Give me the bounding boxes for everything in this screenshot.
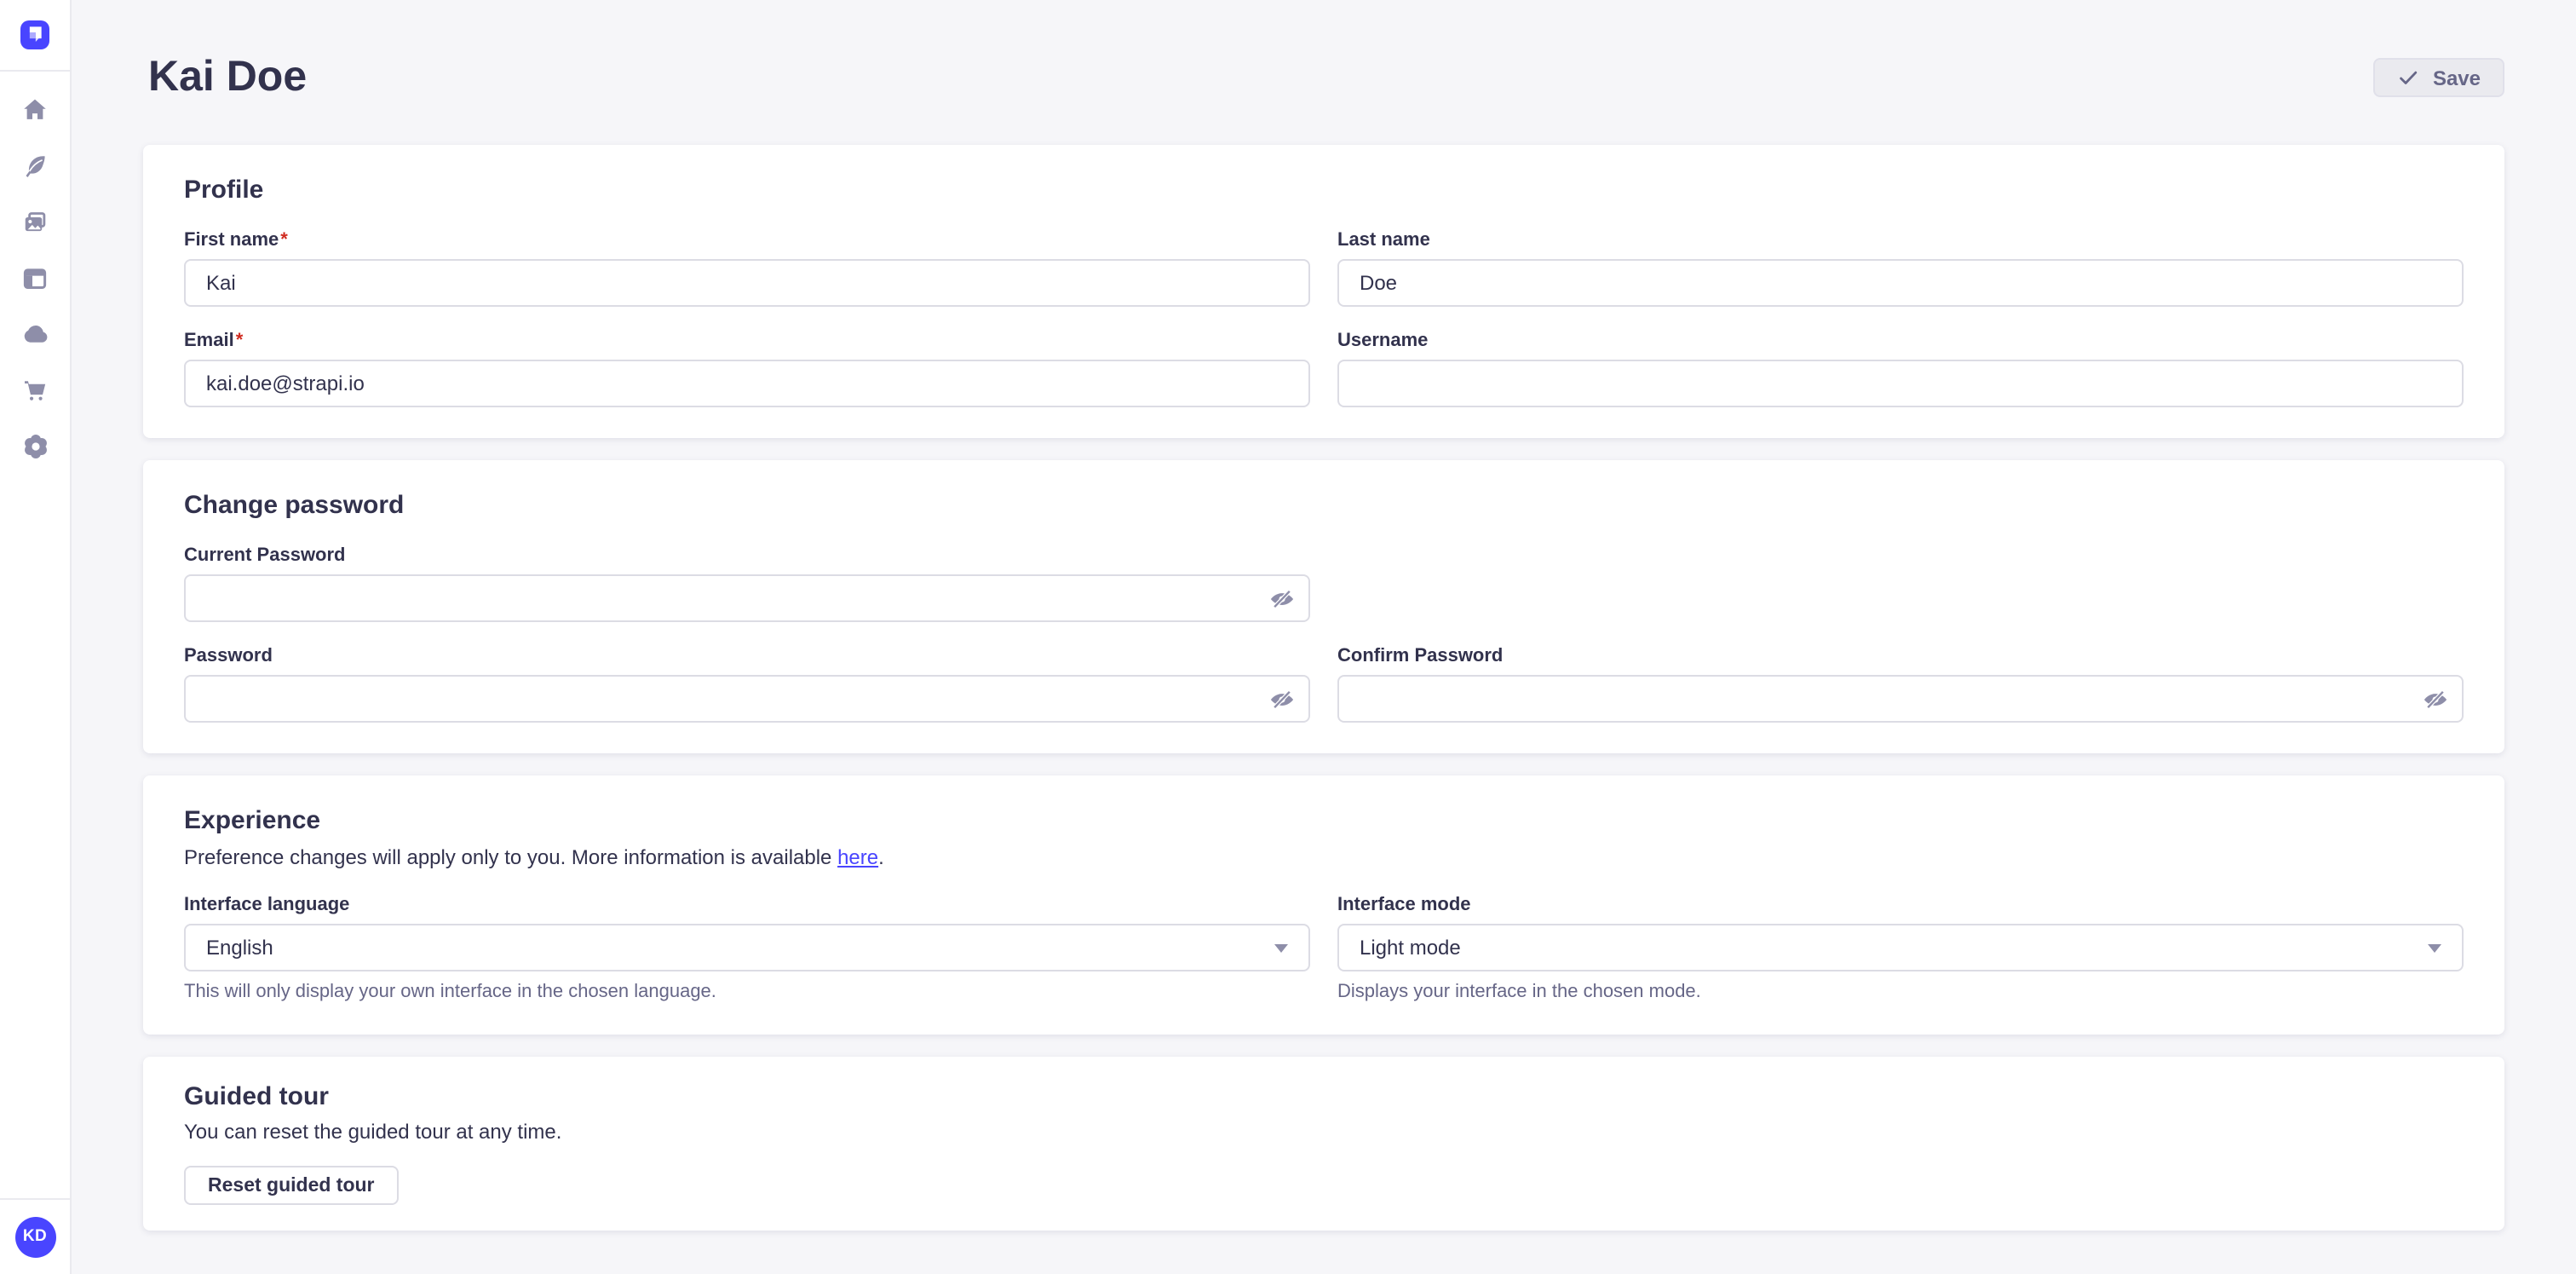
sidebar-item-settings[interactable] <box>13 424 57 469</box>
home-icon <box>22 96 48 122</box>
cart-icon <box>22 378 48 403</box>
interface-mode-label: Interface mode <box>1337 893 2464 917</box>
avatar-initials: KD <box>23 1227 47 1246</box>
main-content: Kai Doe Save Profile First name* <box>72 0 2576 1274</box>
field-username: Username <box>1337 329 2464 407</box>
first-name-input[interactable] <box>184 259 1310 307</box>
field-confirm-password: Confirm Password <box>1337 644 2464 723</box>
field-first-name: First name* <box>184 228 1310 307</box>
last-name-label: Last name <box>1337 228 2464 252</box>
current-password-label: Current Password <box>184 544 1310 568</box>
profile-card: Profile First name* Last name <box>143 145 2504 438</box>
page-title: Kai Doe <box>148 55 307 101</box>
password-label: Password <box>184 644 1310 668</box>
interface-language-label: Interface language <box>184 893 1310 917</box>
page-header: Kai Doe Save <box>143 55 2504 101</box>
interface-language-hint: This will only display your own interfac… <box>184 982 1310 1004</box>
sidebar-item-deploy[interactable] <box>13 312 57 356</box>
field-email: Email* <box>184 329 1310 407</box>
email-input[interactable] <box>184 360 1310 407</box>
first-name-label: First name* <box>184 228 1310 252</box>
interface-language-select[interactable]: English <box>184 924 1310 971</box>
cloud-icon <box>21 320 49 348</box>
save-button[interactable]: Save <box>2373 58 2504 97</box>
experience-card: Experience Preference changes will apply… <box>143 775 2504 1035</box>
feather-icon <box>22 153 48 178</box>
guided-tour-card: Guided tour You can reset the guided tou… <box>143 1057 2504 1231</box>
field-interface-language: Interface language English This will onl… <box>184 893 1310 1004</box>
experience-description: Preference changes will apply only to yo… <box>184 845 2464 871</box>
gear-icon <box>21 433 49 460</box>
password-grid: Current Password <box>184 544 2464 723</box>
password-grid-spacer <box>1337 544 2464 622</box>
username-input[interactable] <box>1337 360 2464 407</box>
interface-mode-hint: Displays your interface in the chosen mo… <box>1337 982 2464 1004</box>
password-input[interactable] <box>184 675 1310 723</box>
content: Profile First name* Last name <box>143 145 2504 1231</box>
strapi-logo-icon <box>20 18 49 52</box>
logo-area <box>0 0 70 72</box>
change-password-card: Change password Current Password <box>143 460 2504 753</box>
chevron-down-icon <box>1274 944 1288 953</box>
field-current-password: Current Password <box>184 544 1310 622</box>
guided-tour-description: You can reset the guided tour at any tim… <box>184 1120 561 1145</box>
username-label: Username <box>1337 329 2464 353</box>
reset-guided-tour-button[interactable]: Reset guided tour <box>184 1166 399 1205</box>
sidebar-item-content-manager[interactable] <box>13 143 57 187</box>
workspace-button[interactable] <box>20 20 49 49</box>
save-button-label: Save <box>2433 66 2481 89</box>
images-icon <box>22 209 48 234</box>
current-password-input[interactable] <box>184 574 1310 622</box>
sidebar-item-marketplace[interactable] <box>13 368 57 412</box>
chevron-down-icon <box>2428 944 2441 953</box>
sidebar-footer: KD <box>0 1197 70 1274</box>
eye-striked-icon <box>1268 585 1294 611</box>
eye-striked-icon <box>2422 686 2447 712</box>
confirm-password-label: Confirm Password <box>1337 644 2464 668</box>
interface-language-value: English <box>206 936 273 960</box>
sidebar-item-content-type-builder[interactable] <box>13 256 57 300</box>
toggle-current-password-visibility-button[interactable] <box>1262 579 1300 617</box>
profile-section-title: Profile <box>184 176 2464 206</box>
interface-mode-value: Light mode <box>1360 936 1461 960</box>
layout-icon <box>22 265 48 291</box>
toggle-confirm-password-visibility-button[interactable] <box>2416 680 2453 718</box>
sidebar-item-media-library[interactable] <box>13 199 57 244</box>
change-password-section-title: Change password <box>184 491 2464 522</box>
experience-grid: Interface language English This will onl… <box>184 893 2464 1004</box>
guided-tour-section-title: Guided tour <box>184 1082 329 1113</box>
check-icon <box>2397 66 2419 89</box>
sidebar-nav <box>13 87 57 469</box>
user-avatar[interactable]: KD <box>14 1216 55 1257</box>
interface-mode-select[interactable]: Light mode <box>1337 924 2464 971</box>
sidebar: KD <box>0 0 72 1274</box>
required-marker: * <box>280 230 288 251</box>
experience-section-title: Experience <box>184 806 2464 837</box>
app-root: KD Kai Doe Save Profile <box>0 0 2576 1274</box>
eye-striked-icon <box>1268 686 1294 712</box>
confirm-password-input[interactable] <box>1337 675 2464 723</box>
required-marker: * <box>236 331 244 351</box>
field-new-password: Password <box>184 644 1310 723</box>
profile-grid: First name* Last name Email* <box>184 228 2464 407</box>
more-information-link[interactable]: here <box>837 845 878 869</box>
field-last-name: Last name <box>1337 228 2464 307</box>
email-label: Email* <box>184 329 1310 353</box>
field-interface-mode: Interface mode Light mode Displays your … <box>1337 893 2464 1004</box>
last-name-input[interactable] <box>1337 259 2464 307</box>
toggle-password-visibility-button[interactable] <box>1262 680 1300 718</box>
sidebar-item-home[interactable] <box>13 87 57 131</box>
